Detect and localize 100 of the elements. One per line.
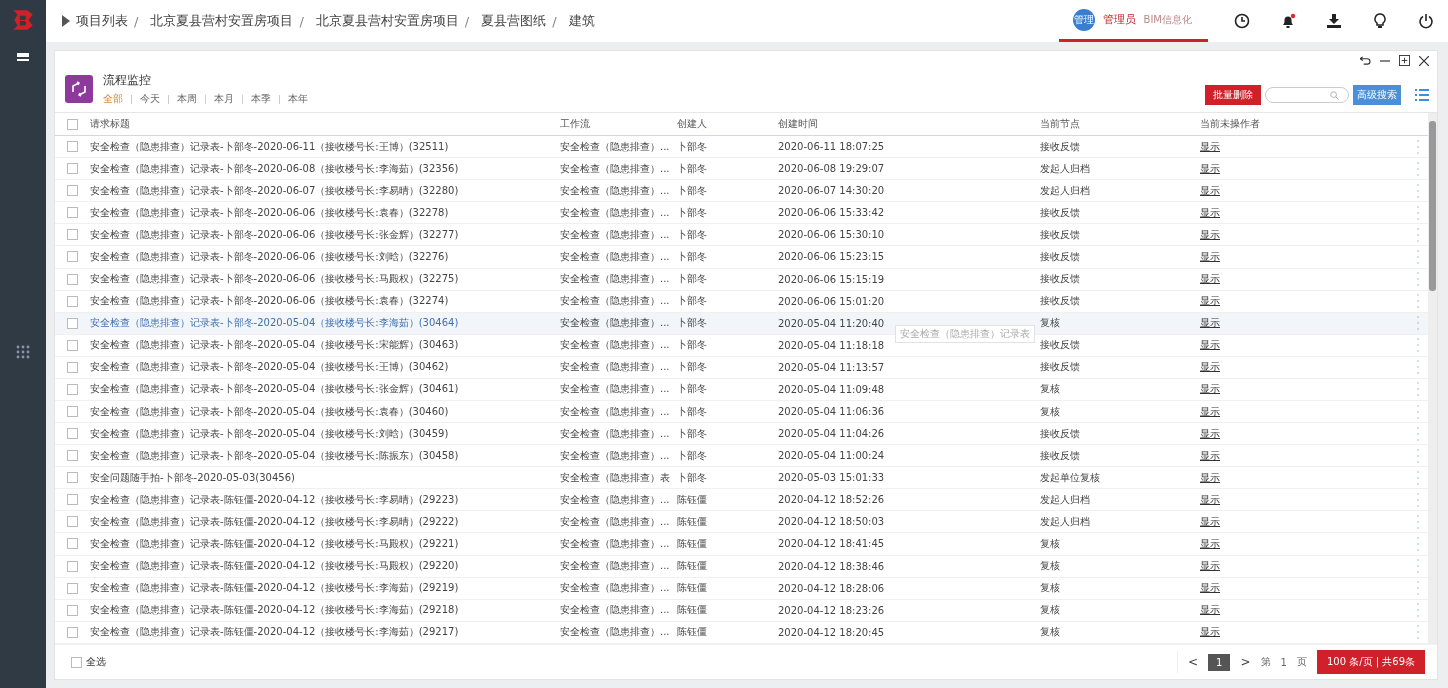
handler-link[interactable]: 显示 <box>1200 625 1408 640</box>
handler-link[interactable]: 显示 <box>1200 514 1408 529</box>
checkbox[interactable] <box>67 317 78 329</box>
handler-link[interactable]: 显示 <box>1200 360 1408 375</box>
checkbox[interactable] <box>67 141 78 153</box>
handler-link[interactable]: 显示 <box>1200 404 1408 419</box>
checkbox[interactable] <box>67 494 78 506</box>
request-title-link[interactable]: 安全检查（隐患排查）记录表-卜部冬-2020-05-04（接收楼号长:陈振东）(30458) <box>90 448 560 463</box>
checkbox[interactable] <box>67 428 78 440</box>
handler-link[interactable]: 显示 <box>1200 205 1408 220</box>
handler-link[interactable]: 显示 <box>1200 426 1408 441</box>
download-icon[interactable] <box>1326 13 1342 29</box>
request-title-link[interactable]: 安全检查（隐患排查）记录表-卜部冬-2020-06-06（接收楼号长:张金辉）(32277) <box>90 227 560 242</box>
request-title-link[interactable]: 安全检查（隐患排查）记录表-卜部冬-2020-06-06（接收楼号长:袁春）(32274) <box>90 294 560 309</box>
menu-icon[interactable] <box>17 53 29 63</box>
breadcrumb-link[interactable]: 北京夏县营村安置房项目 <box>150 12 294 30</box>
checkbox[interactable] <box>67 118 78 130</box>
checkbox[interactable] <box>67 163 78 175</box>
handler-link[interactable]: 显示 <box>1200 227 1408 242</box>
request-title-link[interactable]: 安全检查（隐患排查）记录表-陈钰僵-2020-04-12（接收楼号长:李海茹）(29219) <box>90 581 560 596</box>
handler-link[interactable]: 显示 <box>1200 537 1408 551</box>
filter-tab[interactable]: 本年 <box>288 92 308 106</box>
request-title-link[interactable]: 安全检查（隐患排查）记录表-陈钰僵-2020-04-12（接收楼号长:马殿权）(29220) <box>90 559 560 574</box>
column-header[interactable]: 创建人 <box>677 117 778 131</box>
request-title-link[interactable]: 安全检查（隐患排查）记录表-陈钰僵-2020-04-12（接收楼号长:马殿权）(29221) <box>90 537 560 551</box>
request-title-link[interactable]: 安全检查（隐患排查）记录表-卜部冬-2020-05-04（接收楼号长:张金辉）(30461) <box>90 382 560 397</box>
checkbox[interactable] <box>71 656 82 668</box>
checkbox[interactable] <box>67 207 78 219</box>
checkbox[interactable] <box>67 582 78 594</box>
checkbox[interactable] <box>67 229 78 241</box>
checkbox[interactable] <box>67 273 78 285</box>
request-title-link[interactable]: 安全检查（隐患排查）记录表-卜部冬-2020-06-08（接收楼号长:李海茹）(32356) <box>90 161 560 176</box>
checkbox[interactable] <box>67 361 78 373</box>
checkbox[interactable] <box>67 626 78 638</box>
request-title-link[interactable]: 安全检查（隐患排查）记录表-卜部冬-2020-05-04（接收楼号长:袁春）(30460) <box>90 404 560 419</box>
power-icon[interactable] <box>1418 13 1434 29</box>
handler-link[interactable]: 显示 <box>1200 294 1408 309</box>
checkbox[interactable] <box>67 560 78 572</box>
column-header[interactable]: 当前未操作者 <box>1200 117 1408 131</box>
maximize-icon[interactable] <box>1399 55 1410 66</box>
checkbox[interactable] <box>67 450 78 462</box>
handler-link[interactable]: 显示 <box>1200 581 1408 596</box>
request-title-link[interactable]: 安全检查（隐患排查）记录表-卜部冬-2020-05-04（接收楼号长:刘晗）(30459) <box>90 426 560 441</box>
request-title-link[interactable]: 安全检查（隐患排查）记录表-卜部冬-2020-06-06（接收楼号长:袁春）(32278) <box>90 205 560 220</box>
filter-tab[interactable]: 本季 <box>251 92 271 106</box>
column-header[interactable]: 工作流 <box>560 117 677 131</box>
column-header[interactable]: 当前节点 <box>1040 117 1200 131</box>
checkbox[interactable] <box>67 295 78 307</box>
checkbox[interactable] <box>67 383 78 395</box>
checkbox[interactable] <box>67 251 78 263</box>
handler-link[interactable]: 显示 <box>1200 492 1408 507</box>
handler-link[interactable]: 显示 <box>1200 249 1408 264</box>
handler-link[interactable]: 显示 <box>1200 448 1408 463</box>
handler-link[interactable]: 显示 <box>1200 161 1408 176</box>
column-header[interactable]: 创建时间 <box>778 117 1040 131</box>
handler-link[interactable]: 显示 <box>1200 559 1408 574</box>
previous-page-button[interactable]: < <box>1188 655 1199 669</box>
request-title-link[interactable]: 安全检查（隐患排查）记录表-卜部冬-2020-06-11（接收楼号长:王博）(32511) <box>90 139 560 154</box>
user-tab[interactable]: 管理 管理员 BIM信息化 <box>1058 0 1208 42</box>
handler-link[interactable]: 显示 <box>1200 272 1408 287</box>
filter-tab[interactable]: 今天 <box>140 92 160 106</box>
handler-link[interactable]: 显示 <box>1200 139 1408 154</box>
request-title-link[interactable]: 安全检查（隐患排查）记录表-陈钰僵-2020-04-12（接收楼号长:李海茹）(29218) <box>90 603 560 618</box>
filter-tab[interactable]: 本周 <box>177 92 197 106</box>
breadcrumb-link[interactable]: 建筑 <box>568 12 595 30</box>
undo-icon[interactable] <box>1360 56 1371 65</box>
request-title-link[interactable]: 安全检查（隐患排查）记录表-陈钰僵-2020-04-12（接收楼号长:李易晴）(29222) <box>90 514 560 529</box>
request-title-link[interactable]: 安全检查（隐患排查）记录表-卜部冬-2020-05-04（接收楼号长:王博）(30462) <box>90 360 560 375</box>
checkbox[interactable] <box>67 472 78 484</box>
handler-link[interactable]: 显示 <box>1200 316 1408 331</box>
lightbulb-icon[interactable] <box>1372 13 1388 29</box>
breadcrumb-link[interactable]: 夏县营图纸 <box>481 12 547 30</box>
list-icon[interactable] <box>1415 89 1429 101</box>
request-title-link[interactable]: 安全检查（隐患排查）记录表-卜部冬-2020-06-07（接收楼号长:李易晴）(32280) <box>90 183 560 198</box>
request-title-link[interactable]: 安全检查（隐患排查）记录表-陈钰僵-2020-04-12（接收楼号长:李海茹）(29217) <box>90 625 560 640</box>
request-title-link[interactable]: 安全检查（隐患排查）记录表-陈钰僵-2020-04-12（接收楼号长:李易晴）(29223) <box>90 492 560 507</box>
page-button[interactable]: 1 <box>1208 653 1231 671</box>
handler-link[interactable]: 显示 <box>1200 382 1408 397</box>
next-page-button[interactable]: > <box>1240 655 1251 669</box>
handler-link[interactable]: 显示 <box>1200 183 1408 198</box>
handler-link[interactable]: 显示 <box>1200 603 1408 618</box>
page-number-field[interactable]: 1 <box>1280 656 1287 668</box>
checkbox[interactable] <box>67 406 78 417</box>
handler-link[interactable]: 显示 <box>1200 338 1408 353</box>
request-title-link[interactable]: 安全检查（隐患排查）记录表-卜部冬-2020-05-04（接收楼号长:李海茹）(30464) <box>90 316 560 331</box>
request-title-link[interactable]: 安全检查（隐患排查）记录表-卜部冬-2020-06-06（接收楼号长:马殿权）(32275) <box>90 272 560 287</box>
checkbox[interactable] <box>67 339 78 351</box>
logo[interactable] <box>10 7 36 33</box>
batch-delete-button[interactable]: 批量删除 <box>1205 85 1261 105</box>
breadcrumb-link[interactable]: 北京夏县营村安置房项目 <box>315 12 459 30</box>
breadcrumb-link[interactable]: 项目列表 <box>76 12 128 30</box>
request-title-link[interactable]: 安全检查（隐患排查）记录表-卜部冬-2020-06-06（接收楼号长:刘晗）(32276) <box>90 249 560 264</box>
scrollbar[interactable] <box>1428 113 1437 644</box>
collapse-icon[interactable] <box>62 15 70 27</box>
close-icon[interactable] <box>1419 55 1429 66</box>
clock-icon[interactable] <box>1234 13 1250 29</box>
checkbox[interactable] <box>67 538 78 550</box>
grid-icon[interactable] <box>16 345 30 359</box>
checkbox[interactable] <box>67 185 78 197</box>
bell-icon[interactable] <box>1280 13 1296 29</box>
